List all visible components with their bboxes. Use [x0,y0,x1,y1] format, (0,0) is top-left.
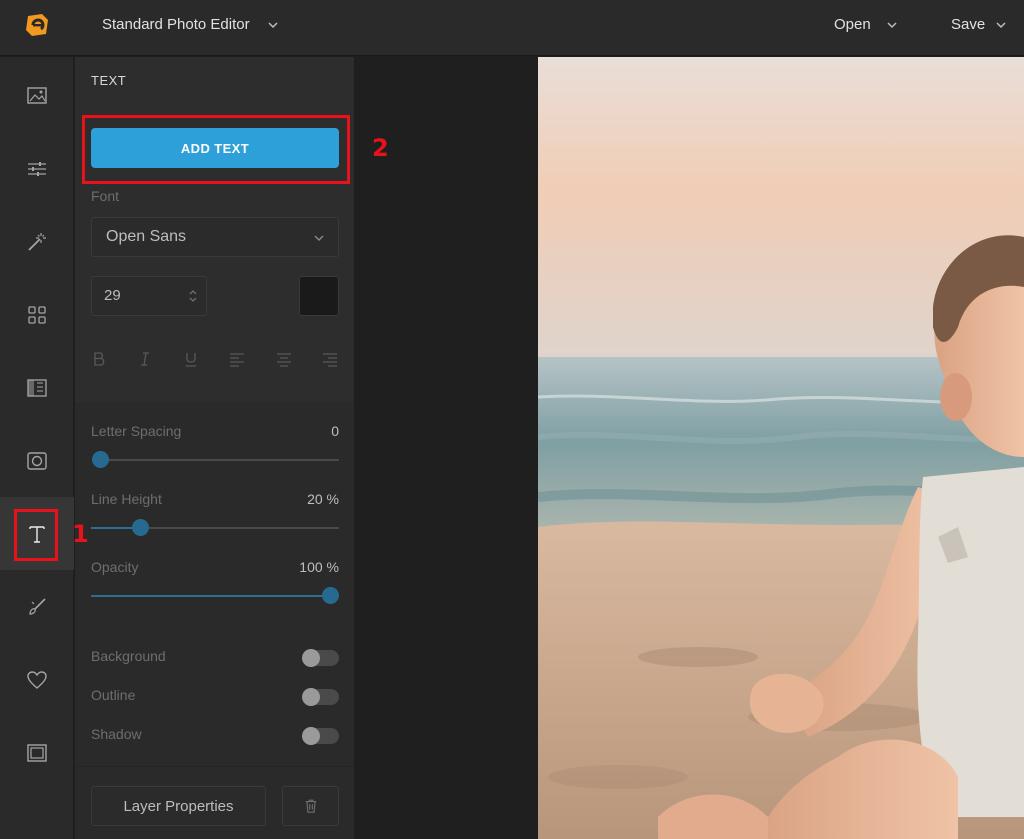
rail-item-draw[interactable] [0,570,74,643]
font-label: Font [91,188,120,204]
outline-toggle[interactable] [302,688,339,706]
rail-item-stickers[interactable] [0,643,74,716]
adjust-sliders-icon [28,161,46,176]
app-logo[interactable] [24,12,50,38]
opacity-label: Opacity [91,559,139,575]
chevron-down-icon[interactable] [885,18,899,32]
font-size-value: 29 [104,287,121,304]
save-menu-button[interactable]: Save [951,16,985,33]
highlight-marker-1 [14,509,58,561]
text-properties-section [75,402,354,766]
italic-icon [141,352,149,366]
rail-item-borders[interactable] [0,716,74,789]
photo-canvas[interactable] [538,57,1024,839]
rail-item-effects[interactable] [0,205,74,278]
rail-item-collage[interactable] [0,278,74,351]
image-icon [27,86,47,104]
bold-icon [94,352,105,366]
highlight-marker-2 [82,115,350,184]
grid-icon [28,305,46,324]
align-right-icon [323,353,337,367]
align-left-button[interactable] [227,348,247,370]
texture-icon [27,378,47,397]
italic-button[interactable] [135,348,155,370]
rail-item-frames[interactable] [0,424,74,497]
brush-icon [29,597,46,615]
outline-toggle-label: Outline [91,687,136,703]
magic-wand-icon [28,232,46,251]
layer-properties-button[interactable]: Layer Properties [91,786,266,826]
trash-icon [305,799,316,813]
underline-button[interactable] [181,348,201,370]
letter-spacing-track[interactable] [100,459,339,461]
opacity-value: 100 % [299,559,339,575]
step-number-1: 1 [72,520,89,548]
shadow-toggle-label: Shadow [91,726,142,742]
underline-icon [186,353,196,367]
rail-item-adjust[interactable] [0,132,74,205]
chevron-down-icon[interactable] [994,18,1008,32]
background-toggle[interactable] [302,649,339,667]
tool-rail [0,57,74,839]
top-bar: Standard Photo Editor Open Save [0,0,1024,56]
panel-title: TEXT [91,73,127,88]
font-select-value: Open Sans [106,228,187,245]
open-menu-button[interactable]: Open [834,16,871,33]
background-toggle-label: Background [91,648,166,664]
toggle-knob [302,688,320,706]
rail-item-textures[interactable] [0,351,74,424]
rail-item-image[interactable] [0,59,74,132]
align-left-icon [230,353,244,367]
toggle-knob [302,649,320,667]
line-height-value: 20 % [307,491,339,507]
opacity-slider[interactable] [321,587,339,604]
align-center-icon [277,353,291,367]
editor-mode-title[interactable]: Standard Photo Editor [102,16,250,33]
text-color-swatch[interactable] [299,276,339,316]
letter-spacing-slider[interactable] [91,451,109,468]
stepper-arrows-icon[interactable] [187,287,199,305]
heart-icon [27,670,47,689]
align-center-button[interactable] [274,348,294,370]
line-height-slider[interactable] [132,519,150,536]
border-icon [27,743,47,762]
chevron-down-icon [314,235,324,241]
shadow-toggle[interactable] [302,727,339,745]
chevron-down-icon[interactable] [266,18,280,32]
opacity-fill [91,595,330,597]
letter-spacing-label: Letter Spacing [91,423,182,439]
beach-photo [538,57,1024,839]
delete-layer-button[interactable] [282,786,339,826]
line-height-label: Line Height [91,491,162,507]
toggle-knob [302,727,320,745]
frame-icon [27,451,47,470]
align-right-button[interactable] [320,348,340,370]
letter-spacing-value: 0 [331,423,339,439]
step-number-2: 2 [372,134,389,162]
bold-button[interactable] [89,348,109,370]
